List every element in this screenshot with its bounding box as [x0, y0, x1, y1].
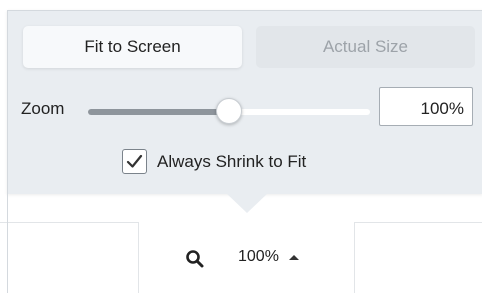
- actual-size-label: Actual Size: [322, 37, 409, 56]
- zoom-popover: Fit to Screen Actual Size Zoom Always Sh…: [7, 10, 482, 194]
- zoom-slider[interactable]: [88, 98, 370, 124]
- left-border: [7, 193, 8, 293]
- always-shrink-checkbox[interactable]: [122, 149, 147, 174]
- caret-up-icon[interactable]: [289, 255, 299, 260]
- fit-to-screen-label: Fit to Screen: [84, 37, 181, 56]
- zoom-control[interactable]: 100%: [138, 222, 355, 293]
- zoom-percent-input[interactable]: [379, 87, 473, 126]
- popover-pointer: [226, 193, 268, 213]
- checkmark-icon: [126, 154, 143, 168]
- search-icon: [186, 250, 204, 268]
- zoom-slider-fill: [88, 109, 229, 115]
- actual-size-button[interactable]: Actual Size: [256, 26, 475, 68]
- zoom-label: Zoom: [21, 99, 65, 118]
- zoom-slider-thumb[interactable]: [216, 98, 242, 124]
- fit-to-screen-button[interactable]: Fit to Screen: [23, 26, 242, 68]
- always-shrink-option[interactable]: Always Shrink to Fit: [122, 149, 306, 174]
- always-shrink-label: Always Shrink to Fit: [157, 151, 307, 171]
- zoom-value: 100%: [238, 248, 279, 265]
